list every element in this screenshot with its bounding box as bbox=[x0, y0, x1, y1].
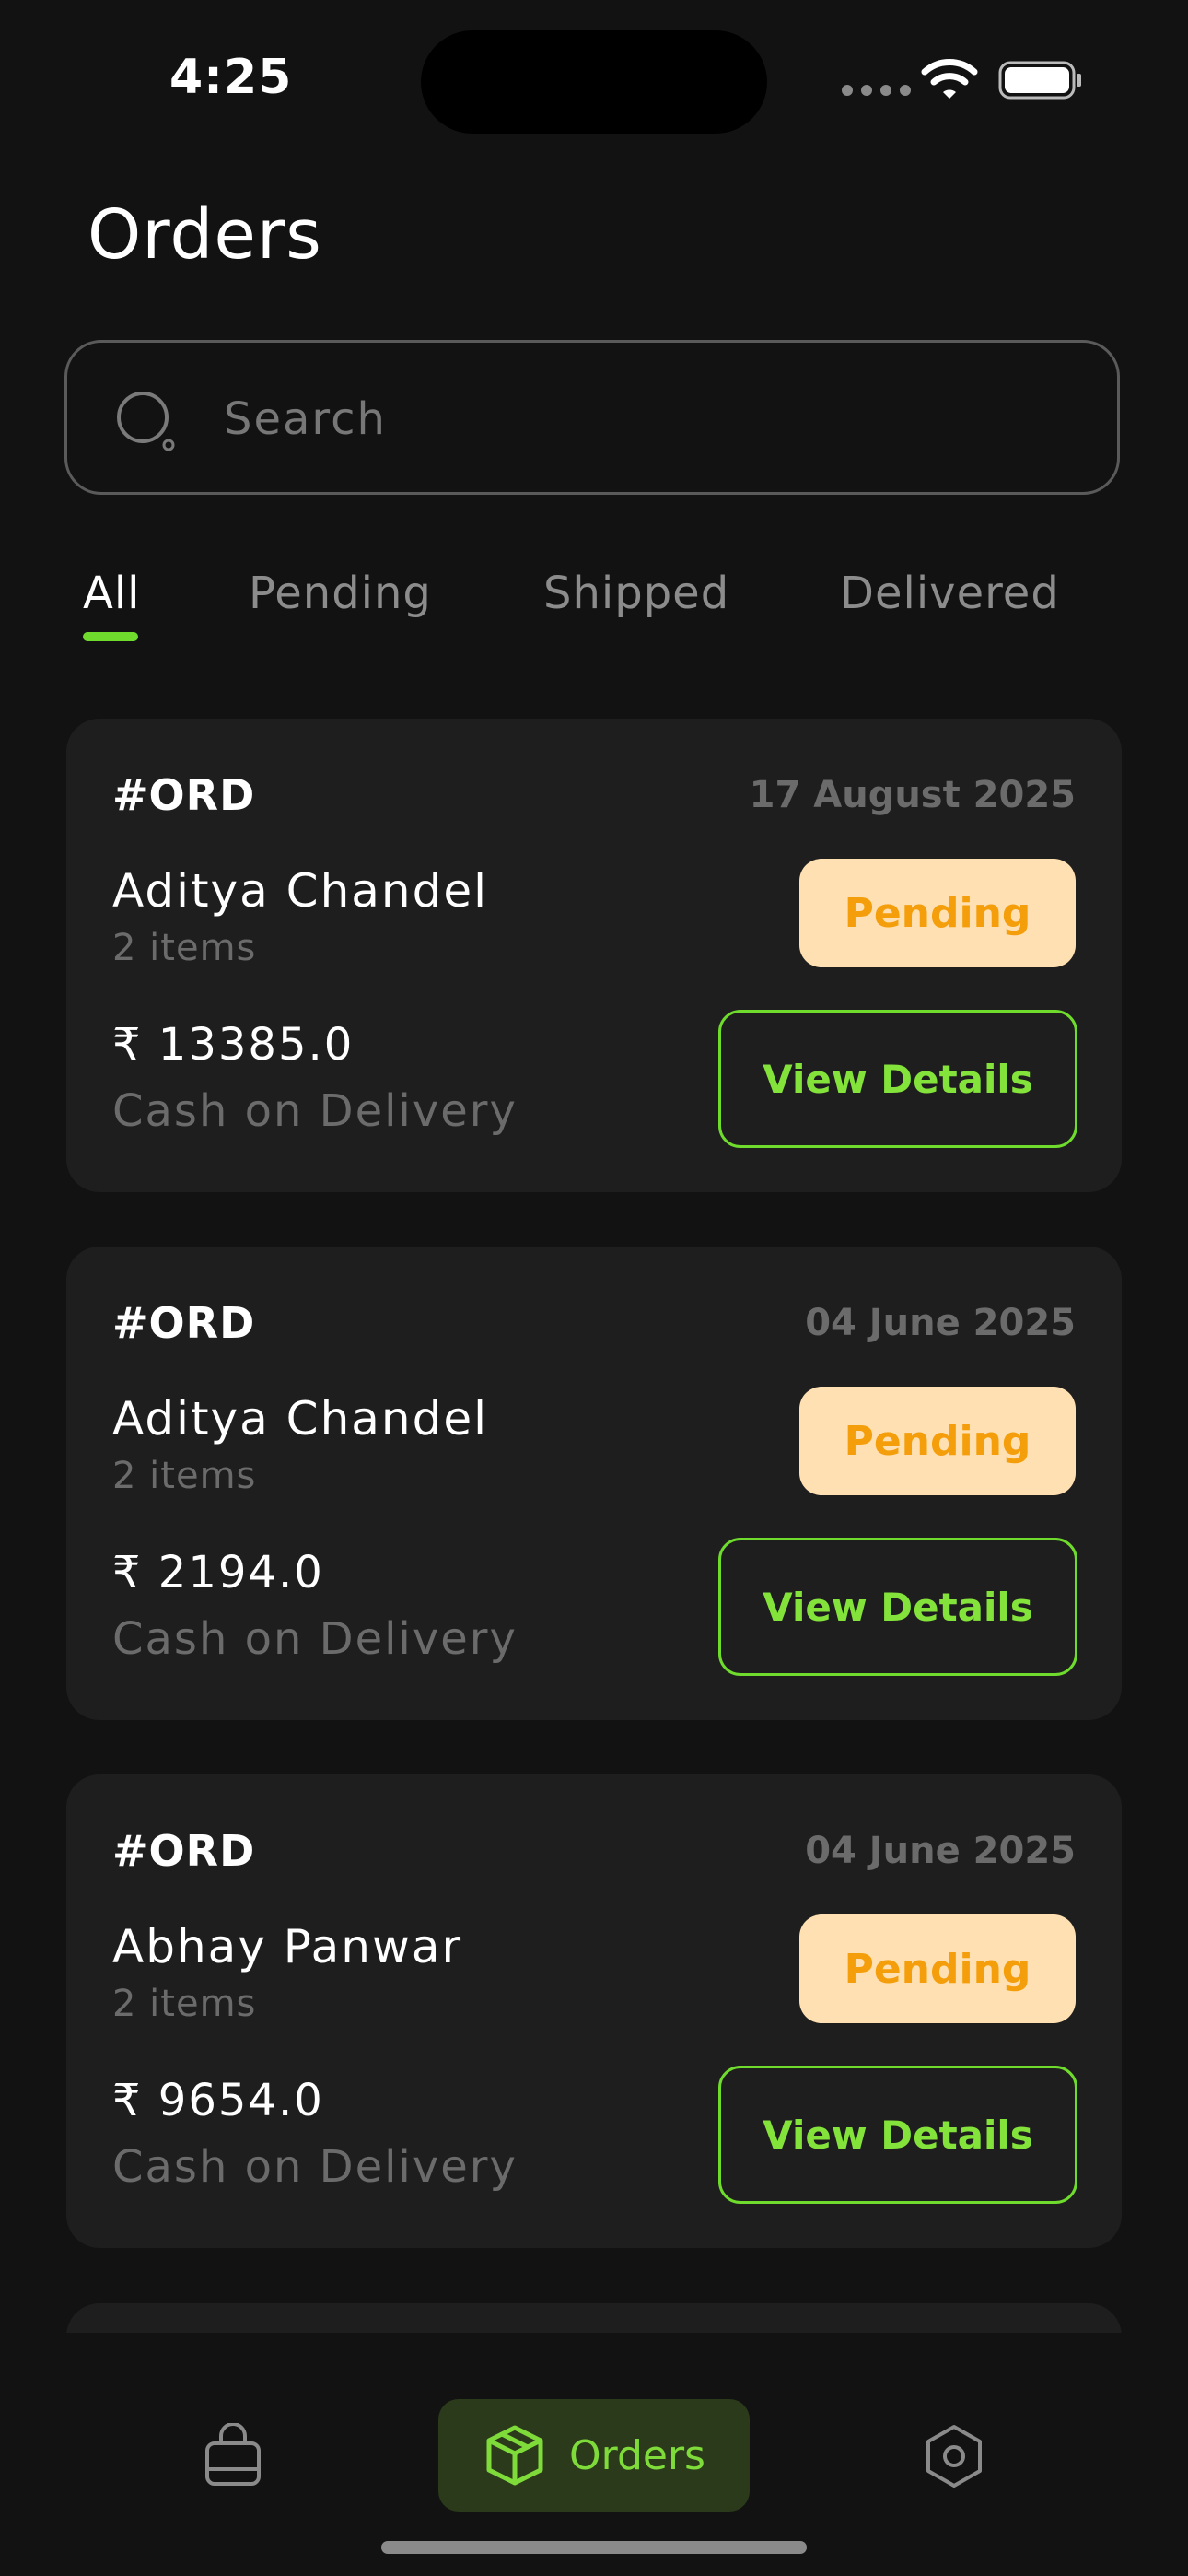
settings-icon[interactable] bbox=[921, 2423, 987, 2489]
status-time: 4:25 bbox=[169, 50, 293, 105]
search-icon bbox=[117, 392, 175, 451]
order-id: #ORD bbox=[112, 1826, 256, 1876]
payment-method: Cash on Delivery bbox=[112, 1613, 518, 1665]
tab-delivered[interactable]: Delivered bbox=[840, 568, 1060, 619]
wifi-icon bbox=[921, 59, 978, 99]
order-amount: ₹ 2194.0 bbox=[112, 1547, 324, 1598]
tab-pending[interactable]: Pending bbox=[249, 568, 432, 619]
tab-shipped[interactable]: Shipped bbox=[543, 568, 729, 619]
nav-orders-label: Orders bbox=[569, 2431, 705, 2479]
order-amount: ₹ 13385.0 bbox=[112, 1019, 355, 1071]
order-amount: ₹ 9654.0 bbox=[112, 2075, 324, 2126]
payment-method: Cash on Delivery bbox=[112, 1085, 518, 1137]
view-details-button[interactable]: View Details bbox=[718, 1538, 1077, 1676]
status-badge: Pending bbox=[799, 1387, 1076, 1495]
order-card: #ORD 04 June 2025 Aditya Chandel 2 items… bbox=[66, 1247, 1122, 1720]
package-icon bbox=[486, 2425, 543, 2486]
order-id: #ORD bbox=[112, 770, 256, 820]
dynamic-island bbox=[421, 30, 767, 134]
status-badge: Pending bbox=[799, 859, 1076, 967]
tab-all[interactable]: All bbox=[83, 568, 141, 619]
battery-icon bbox=[998, 61, 1081, 100]
cellular-signal-icon bbox=[842, 85, 911, 96]
view-details-button[interactable]: View Details bbox=[718, 1010, 1077, 1148]
customer-name: Aditya Chandel bbox=[112, 1392, 489, 1446]
search-bar[interactable] bbox=[64, 340, 1120, 495]
view-details-button[interactable]: View Details bbox=[718, 2066, 1077, 2204]
item-count: 2 items bbox=[112, 927, 257, 969]
order-date: 17 August 2025 bbox=[749, 774, 1076, 816]
payment-method: Cash on Delivery bbox=[112, 2141, 518, 2193]
customer-name: Aditya Chandel bbox=[112, 864, 489, 918]
page-title: Orders bbox=[87, 195, 322, 275]
active-tab-indicator bbox=[83, 632, 138, 641]
item-count: 2 items bbox=[112, 1455, 257, 1497]
order-card: #ORD 04 June 2025 Abhay Panwar 2 items ₹… bbox=[66, 1774, 1122, 2248]
home-indicator bbox=[381, 2541, 807, 2554]
status-badge: Pending bbox=[799, 1914, 1076, 2023]
order-id: #ORD bbox=[112, 1298, 256, 1348]
shopping-bag-icon[interactable] bbox=[203, 2423, 263, 2488]
order-date: 04 June 2025 bbox=[805, 1302, 1076, 1344]
order-card: #ORD 17 August 2025 Aditya Chandel 2 ite… bbox=[66, 719, 1122, 1192]
customer-name: Abhay Panwar bbox=[112, 1920, 463, 1973]
nav-orders-button[interactable]: Orders bbox=[438, 2399, 750, 2512]
item-count: 2 items bbox=[112, 1983, 257, 2025]
search-input[interactable] bbox=[222, 380, 1054, 459]
order-date: 04 June 2025 bbox=[805, 1830, 1076, 1872]
